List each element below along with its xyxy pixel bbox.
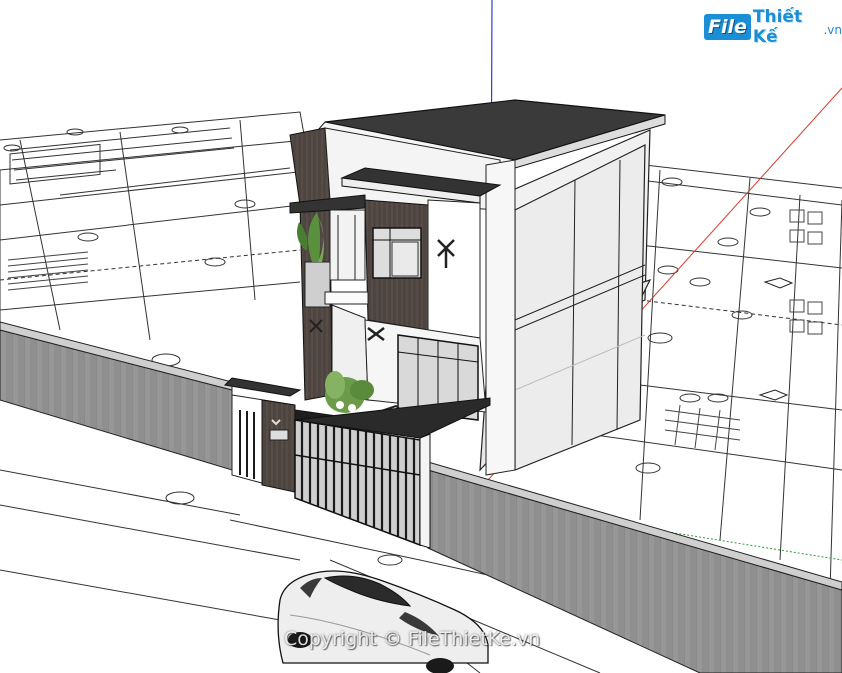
copyright-watermark: Copyright © FileThietKe.vn: [284, 628, 541, 650]
logo-file-text: File: [704, 14, 751, 40]
left-boundary-wall: [0, 321, 233, 471]
front-gate: [294, 419, 421, 547]
car-model: [277, 570, 489, 673]
site-logo: File Thiết Kế .vn: [704, 7, 842, 47]
sketchup-viewport[interactable]: [0, 0, 842, 673]
gate-wood-panel: [261, 399, 296, 493]
logo-tld-text: .vn: [823, 23, 842, 37]
wood-column: [289, 127, 331, 206]
logo-name-text: Thiết Kế: [752, 7, 803, 47]
